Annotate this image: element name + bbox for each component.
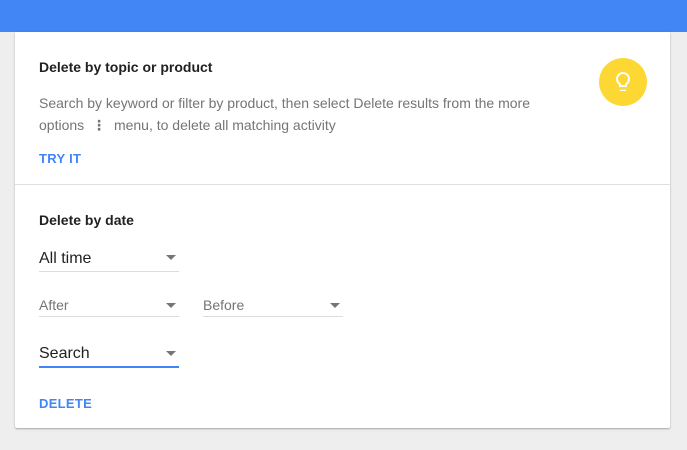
try-it-button[interactable]: TRY IT [39,151,81,166]
top-app-bar [0,0,687,32]
after-date-value: After [39,297,69,313]
section-divider [15,184,670,185]
more-vert-icon: ⋮ [92,117,107,133]
product-value: Search [39,345,90,362]
tip-badge [599,58,647,106]
date-range-value: All time [39,250,92,267]
delete-activity-card: Delete by topic or product Search by key… [15,32,670,428]
before-date-select[interactable]: Before [203,296,343,317]
lightbulb-icon [616,72,630,91]
before-date-value: Before [203,297,245,313]
after-date-select[interactable]: After [39,296,179,317]
delete-button[interactable]: DELETE [39,396,92,411]
arrow-drop-down-icon [166,255,176,260]
topic-section-description: Search by keyword or filter by product, … [39,92,559,136]
date-range-select[interactable]: All time [39,246,179,272]
description-text-part2: menu, to delete all matching activity [113,117,336,133]
product-select[interactable]: Search [39,342,179,368]
date-section-title: Delete by date [39,212,134,228]
arrow-drop-down-icon [330,303,340,308]
arrow-drop-down-icon [166,351,176,356]
arrow-drop-down-icon [166,303,176,308]
topic-section-title: Delete by topic or product [39,59,213,75]
